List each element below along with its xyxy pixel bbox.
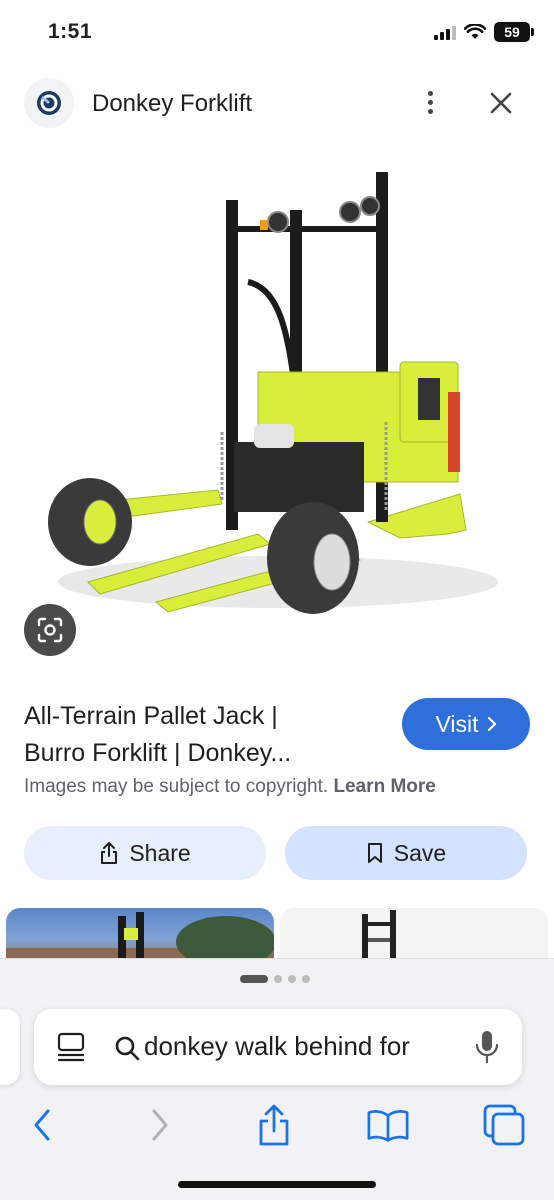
page-dot xyxy=(302,975,310,983)
forklift-image xyxy=(48,172,498,614)
more-vert-icon[interactable] xyxy=(414,86,446,118)
bookmarks-button[interactable] xyxy=(366,1101,410,1149)
visit-button-label: Visit xyxy=(435,710,479,737)
copyright-notice: Images may be subject to copyright. Lear… xyxy=(24,776,436,798)
result-title-line-1: All-Terrain Pallet Jack | xyxy=(24,702,278,730)
browser-bottom-bar: donkey walk behind for xyxy=(0,958,554,1200)
save-button[interactable]: Save xyxy=(285,826,527,880)
save-label: Save xyxy=(393,839,447,866)
status-bar: 1:51 59 xyxy=(0,0,554,66)
cellular-signal-icon xyxy=(434,25,456,40)
share-sheet-icon xyxy=(259,1104,289,1146)
copyright-text: Images may be subject to copyright. xyxy=(24,776,329,797)
bookmark-icon xyxy=(367,843,382,863)
share-button[interactable]: Share xyxy=(24,826,266,880)
share-icon xyxy=(101,842,118,864)
chevron-right-icon xyxy=(487,716,496,732)
result-title[interactable]: All-Terrain Pallet Jack | Burro Forklift… xyxy=(24,698,384,772)
mic-icon[interactable] xyxy=(474,1029,500,1065)
result-title-line-2: Burro Forklift | Donkey... xyxy=(24,739,292,767)
back-button[interactable] xyxy=(20,1101,64,1149)
page-dot xyxy=(288,975,296,983)
status-time: 1:51 xyxy=(48,20,93,43)
page-dot xyxy=(274,975,282,983)
tab-page-indicator[interactable] xyxy=(240,975,310,983)
result-image[interactable] xyxy=(8,142,546,680)
lens-logo-icon[interactable] xyxy=(24,78,74,128)
forward-icon xyxy=(152,1109,168,1141)
battery-icon: 59 xyxy=(494,22,534,42)
address-bar[interactable]: donkey walk behind for xyxy=(34,1009,522,1085)
home-indicator[interactable] xyxy=(178,1181,376,1188)
bookmarks-icon xyxy=(367,1110,409,1142)
back-icon xyxy=(34,1109,50,1141)
browser-toolbar xyxy=(0,1095,554,1155)
page-title: Donkey Forklift xyxy=(92,90,253,117)
search-icon xyxy=(115,1036,140,1061)
reader-icon[interactable] xyxy=(56,1031,86,1063)
close-icon[interactable] xyxy=(484,86,518,120)
visit-button[interactable]: Visit xyxy=(402,698,530,750)
share-sheet-button[interactable] xyxy=(252,1101,296,1149)
related-image-thumbnail[interactable] xyxy=(280,908,548,960)
address-text[interactable]: donkey walk behind for xyxy=(144,1031,456,1062)
tabs-button[interactable] xyxy=(482,1101,526,1149)
forward-button[interactable] xyxy=(138,1101,182,1149)
share-label: Share xyxy=(129,839,191,866)
lens-search-icon[interactable] xyxy=(24,604,76,656)
status-icons: 59 xyxy=(434,22,534,42)
learn-more-link[interactable]: Learn More xyxy=(333,776,435,797)
tabs-icon xyxy=(483,1104,525,1146)
page-dot-active xyxy=(240,975,268,983)
lens-header: Donkey Forklift xyxy=(0,70,554,136)
previous-tab-card[interactable] xyxy=(0,1009,20,1085)
related-image-thumbnail[interactable] xyxy=(6,908,274,960)
wifi-icon xyxy=(464,24,486,39)
